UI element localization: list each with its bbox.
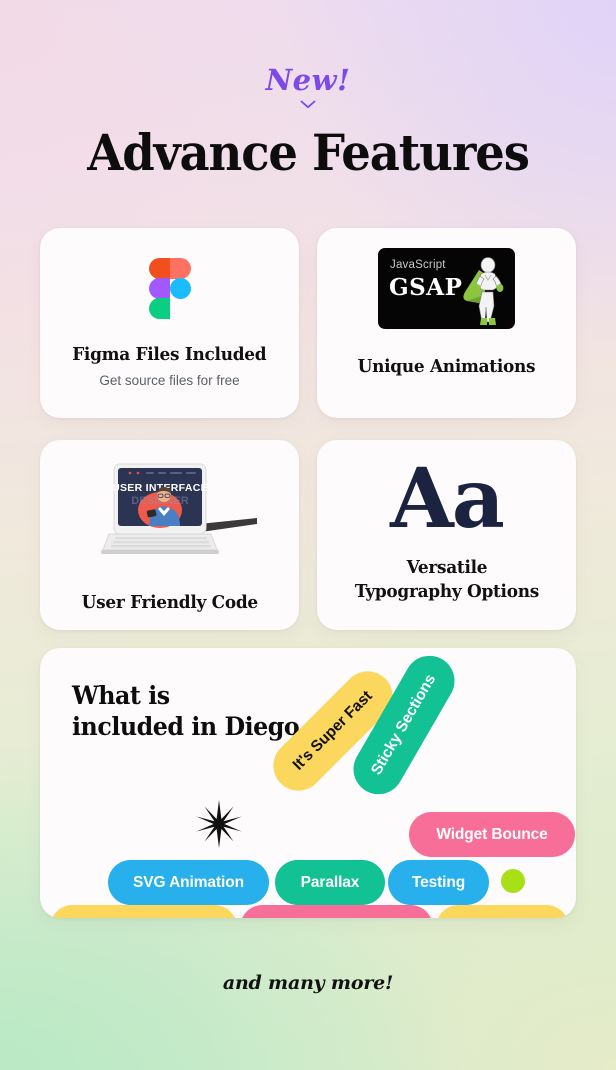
- green-dot-icon: [501, 869, 525, 893]
- card-row-2: USER INTERFACE DESIGNER User Friendly Co…: [40, 440, 576, 630]
- feature-card-grid: Figma Files Included Get source files fo…: [40, 228, 576, 652]
- included-title: What is included in Diego: [72, 681, 300, 741]
- gsap-logo-icon: JavaScript GSAP: [378, 248, 515, 329]
- pill-parallax[interactable]: Parallax: [275, 860, 385, 905]
- card-figma-files[interactable]: Figma Files Included Get source files fo…: [40, 228, 299, 418]
- card-what-is-included[interactable]: What is included in Diego It's Super Fas…: [40, 648, 576, 918]
- typography-aa-icon: Aa: [390, 451, 505, 547]
- card-unique-animations[interactable]: JavaScript GSAP Unique Animations: [317, 228, 576, 418]
- pill-testing[interactable]: Testing: [388, 860, 489, 905]
- new-badge: New!: [265, 63, 351, 97]
- pill-label: Testing: [411, 873, 466, 891]
- figma-logo-icon: [148, 258, 191, 320]
- card-title: User Friendly Code: [81, 592, 258, 613]
- card-title: Figma Files Included: [72, 344, 267, 365]
- card-typography-options[interactable]: Aa Versatile Typography Options: [317, 440, 576, 630]
- pill-fully-customizable[interactable]: Fully Customizable: [50, 905, 237, 918]
- footer-tagline: and many more!: [222, 972, 394, 994]
- pill-label: Widget Bounce: [436, 825, 548, 843]
- sparkle-star-icon: [196, 800, 242, 848]
- superhero-icon: [463, 257, 504, 325]
- gsap-badge-small: JavaScript: [390, 259, 446, 271]
- pill-unique-animations[interactable]: Unique Animations: [240, 905, 433, 918]
- pill-label: SVG Animation: [133, 873, 244, 891]
- poster-root: New! Advance Features Figma Files Includ…: [0, 0, 616, 1070]
- chevron-down-icon: [300, 100, 316, 109]
- card-subtitle: Get source files for free: [99, 373, 240, 388]
- pill-label: Parallax: [300, 873, 360, 891]
- card-row-1: Figma Files Included Get source files fo…: [40, 228, 576, 418]
- pill-consulting[interactable]: Consulting: [436, 905, 569, 918]
- pill-svg-animation[interactable]: SVG Animation: [108, 860, 269, 905]
- card-user-friendly-code[interactable]: USER INTERFACE DESIGNER User Friendly Co…: [40, 440, 299, 630]
- laptop-icon: USER INTERFACE DESIGNER: [81, 462, 259, 562]
- card-title: Versatile Typography Options: [354, 557, 539, 603]
- page-title: Advance Features: [87, 123, 530, 182]
- page-header: New! Advance Features: [0, 0, 616, 180]
- pill-widget-bounce[interactable]: Widget Bounce: [409, 812, 575, 857]
- card-title: Unique Animations: [357, 356, 536, 377]
